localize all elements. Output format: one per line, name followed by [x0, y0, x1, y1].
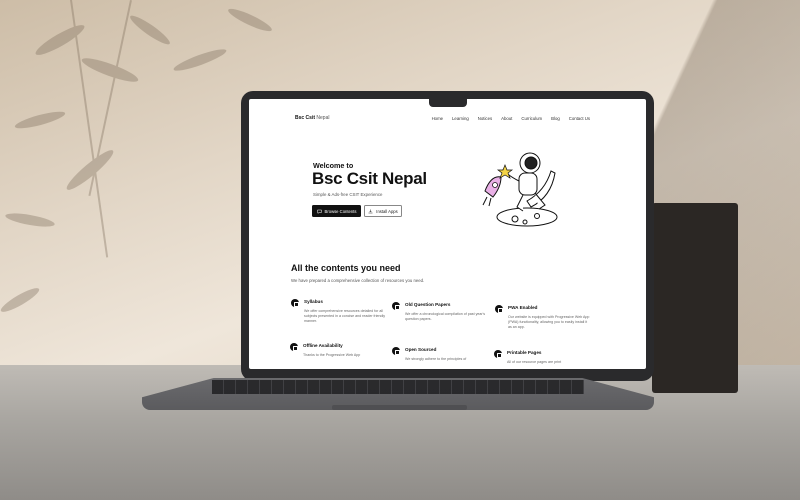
feature-desc: We strongly adhere to the principles of	[405, 357, 467, 361]
feature-title: Syllabus	[304, 299, 323, 304]
feature-desc: Thanks to the Progressive Web App	[303, 353, 361, 357]
contents-section-title: All the contents you need	[291, 263, 401, 273]
feature-title: Old Question Papers	[405, 302, 451, 307]
feature-title: Open Sourced	[405, 347, 437, 352]
trackpad	[332, 405, 467, 410]
feature-desc: We offer a chronological compilation of …	[405, 312, 486, 322]
document-icon	[392, 302, 400, 310]
keyboard	[212, 380, 584, 394]
feature-desc: Our website is equipped with Progressive…	[508, 315, 590, 330]
hero-tagline: Simple & Ads-free CSIT Experience	[313, 192, 383, 197]
top-nav: Bsc Csit Nepal Home Learning Notices Abo…	[249, 113, 646, 123]
feature-desc: All of our resource pages are print	[507, 360, 562, 364]
document-icon	[290, 343, 298, 351]
nav-link-contact[interactable]: Contact Us	[569, 116, 590, 121]
nav-link-notices[interactable]: Notices	[478, 116, 492, 121]
feature-title: Printable Pages	[507, 350, 542, 355]
nav-link-home[interactable]: Home	[432, 116, 443, 121]
document-icon	[495, 305, 503, 313]
dark-box	[652, 203, 738, 393]
nav-link-blog[interactable]: Blog	[551, 116, 560, 121]
feature-title: Offline Availability	[303, 343, 343, 348]
laptop-screen: Bsc Csit Nepal Home Learning Notices Abo…	[249, 99, 646, 369]
feature-desc: We offer comprehensive resources detaile…	[304, 309, 386, 324]
document-icon	[291, 299, 299, 307]
chat-icon	[316, 209, 322, 214]
nav-links: Home Learning Notices About Curriculum B…	[432, 116, 590, 121]
astronaut-illustration	[482, 152, 558, 227]
install-apps-button[interactable]: Install Apps	[364, 205, 402, 217]
brand-logo[interactable]: Bsc Csit Nepal	[295, 115, 329, 121]
nav-link-learning[interactable]: Learning	[452, 116, 469, 121]
download-icon	[368, 209, 373, 213]
feature-title: PWA Enabled	[508, 305, 538, 310]
browse-contents-button[interactable]: Browse Contents	[312, 205, 361, 217]
hero-title: Bsc Csit Nepal	[312, 169, 427, 188]
document-icon	[494, 350, 502, 358]
nav-link-curriculum[interactable]: Curriculum	[521, 116, 542, 121]
nav-link-about[interactable]: About	[501, 116, 512, 121]
contents-section-subtitle: We have prepared a comprehensive collect…	[291, 278, 425, 283]
camera-notch	[429, 99, 467, 107]
document-icon	[392, 347, 400, 355]
